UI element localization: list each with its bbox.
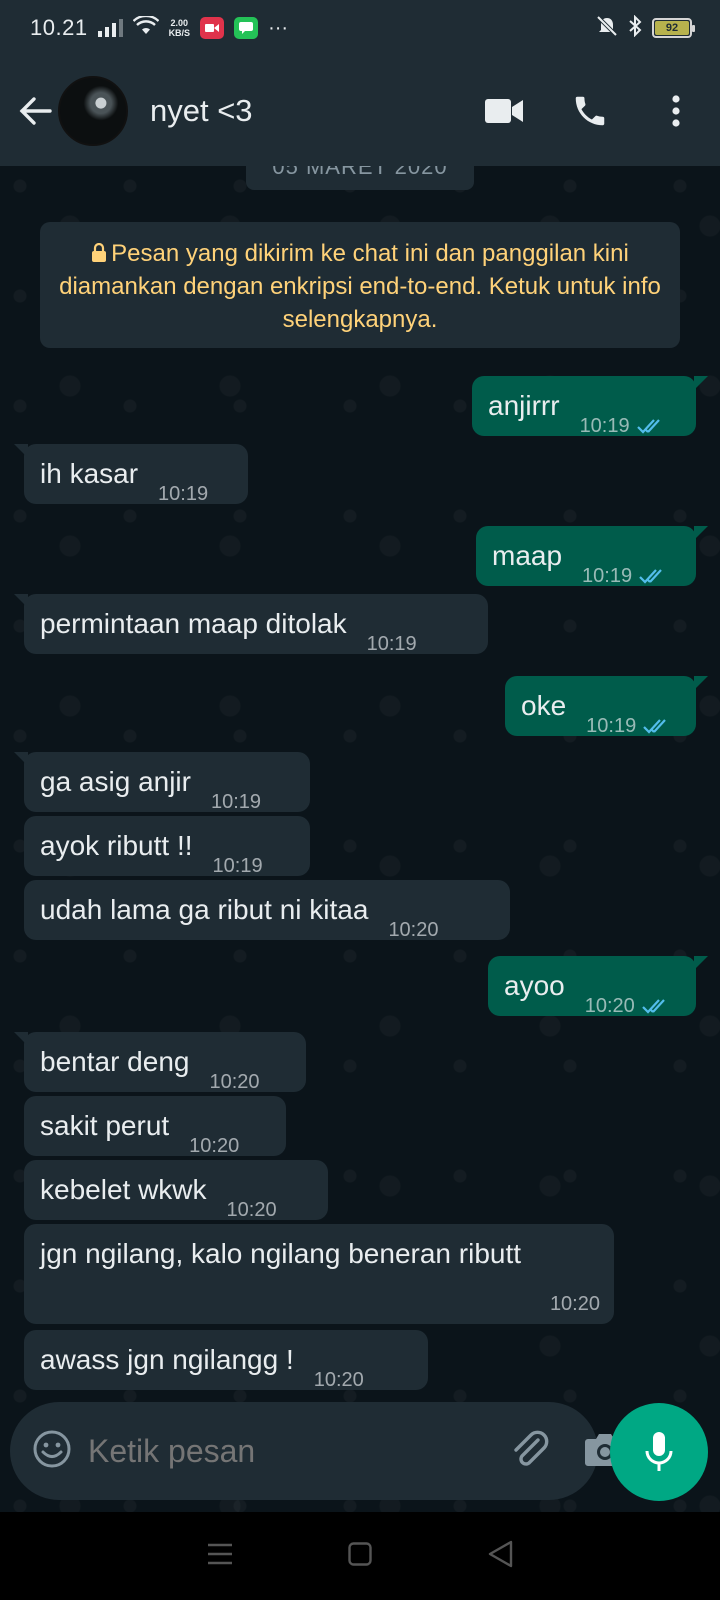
- voice-record-button[interactable]: [610, 1403, 708, 1501]
- message-bubble[interactable]: permintaan maap ditolak 10:19: [14, 594, 488, 655]
- network-speed-unit: KB/S: [168, 28, 191, 38]
- message-time: 10:19: [579, 415, 630, 437]
- message-time: 10:20: [209, 1071, 260, 1093]
- message-text: udah lama ga ribut ni kitaa: [40, 894, 369, 925]
- message-time: 10:20: [388, 919, 439, 941]
- message-text: maap: [492, 540, 563, 571]
- message-text: oke: [521, 690, 567, 721]
- message-time: 10:19: [158, 483, 209, 505]
- home-icon[interactable]: [348, 1541, 372, 1571]
- message-time: 10:20: [549, 1293, 600, 1315]
- voice-call-icon[interactable]: [560, 81, 620, 141]
- message-time: 10:20: [226, 1199, 277, 1221]
- date-chip: 05 MARET 2020: [246, 166, 474, 190]
- message-time: 10:19: [366, 633, 417, 655]
- double-check-icon: [642, 999, 665, 1014]
- message-bubble[interactable]: ih kasar 10:19: [14, 444, 248, 505]
- network-speed: 2.00 KB/S: [169, 18, 191, 38]
- message-bubble[interactable]: bentar deng 10:20: [14, 1032, 306, 1093]
- screen-record-icon: [200, 17, 225, 39]
- message-text: kebelet wkwk: [40, 1174, 207, 1205]
- double-check-icon: [636, 419, 660, 434]
- contact-name[interactable]: nyet <3: [150, 93, 474, 129]
- emoji-icon[interactable]: [32, 1429, 72, 1474]
- message-bubble[interactable]: jgn ngilang, kalo ngilang beneran ributt…: [24, 1224, 614, 1324]
- message-time: 10:20: [584, 995, 635, 1017]
- system-nav-bar: [0, 1512, 720, 1600]
- battery-level: 92: [655, 21, 689, 35]
- message-text: ga asig anjir: [40, 766, 191, 797]
- avatar[interactable]: [58, 76, 128, 146]
- wifi-icon: [132, 14, 159, 41]
- message-time: 10:19: [210, 791, 262, 813]
- encryption-notice-text: Pesan yang dikirim ke chat ini dan pangg…: [59, 240, 661, 333]
- mute-bell-icon: [596, 15, 618, 42]
- message-text: ih kasar: [40, 458, 139, 489]
- message-bubble[interactable]: ga asig anjir 10:19: [14, 752, 310, 813]
- message-notification-icon: [234, 17, 259, 39]
- chat-area[interactable]: 05 MARET 2020 Pesan yang dikirim ke chat…: [0, 166, 720, 1512]
- message-text: awass jgn ngilangg !: [40, 1344, 294, 1375]
- double-check-icon: [643, 719, 667, 734]
- message-bubble[interactable]: ayoo 10:20: [488, 956, 708, 1017]
- message-bubble[interactable]: anjirrr 10:19: [472, 376, 708, 437]
- message-bubble[interactable]: maap 10:19: [476, 526, 708, 587]
- message-text: sakit perut: [40, 1110, 170, 1141]
- signal-icon: [97, 19, 123, 37]
- back-arrow-icon[interactable]: [16, 92, 54, 130]
- chat-header: nyet <3: [0, 56, 720, 166]
- message-bubble[interactable]: kebelet wkwk 10:20: [24, 1160, 328, 1221]
- network-speed-value: 2.00: [170, 18, 189, 28]
- microphone-icon: [645, 1432, 673, 1471]
- attach-icon[interactable]: [508, 1428, 550, 1475]
- status-bar: 10.21 2.00 KB/S ··· 92: [0, 0, 720, 56]
- battery-icon: 92: [652, 18, 695, 38]
- message-time: 10:19: [582, 565, 633, 587]
- message-composer: [10, 1402, 625, 1500]
- video-call-icon[interactable]: [474, 81, 534, 141]
- message-text: jgn ngilang, kalo ngilang beneran ributt: [40, 1238, 522, 1269]
- message-time: 10:19: [586, 715, 637, 737]
- message-text: ayoo: [504, 970, 565, 1001]
- message-time: 10:20: [189, 1135, 240, 1157]
- recent-apps-icon[interactable]: [207, 1543, 233, 1570]
- back-triangle-icon[interactable]: [487, 1540, 513, 1573]
- message-bubble[interactable]: sakit perut 10:20: [24, 1096, 286, 1157]
- message-text: permintaan maap ditolak: [40, 608, 347, 639]
- message-bubble[interactable]: ayok ributt !! 10:19: [24, 816, 310, 877]
- double-check-icon: [639, 569, 662, 584]
- bluetooth-icon: [628, 14, 642, 42]
- message-bubble[interactable]: oke 10:19: [505, 676, 708, 737]
- message-input[interactable]: [88, 1432, 508, 1470]
- more-vert-icon[interactable]: [646, 81, 706, 141]
- clock: 10.21: [30, 15, 88, 40]
- message-text: bentar deng: [40, 1046, 190, 1077]
- lock-icon: [92, 242, 107, 262]
- message-text: anjirrr: [488, 390, 560, 421]
- message-bubble[interactable]: awass jgn ngilangg ! 10:20: [24, 1330, 428, 1391]
- message-time: 10:20: [313, 1369, 364, 1391]
- message-text: ayok ributt !!: [40, 830, 193, 861]
- more-notifications-icon: ···: [268, 16, 289, 39]
- message-bubble[interactable]: udah lama ga ribut ni kitaa 10:20: [24, 880, 510, 941]
- message-time: 10:19: [212, 855, 263, 877]
- encryption-notice[interactable]: Pesan yang dikirim ke chat ini dan pangg…: [40, 222, 680, 348]
